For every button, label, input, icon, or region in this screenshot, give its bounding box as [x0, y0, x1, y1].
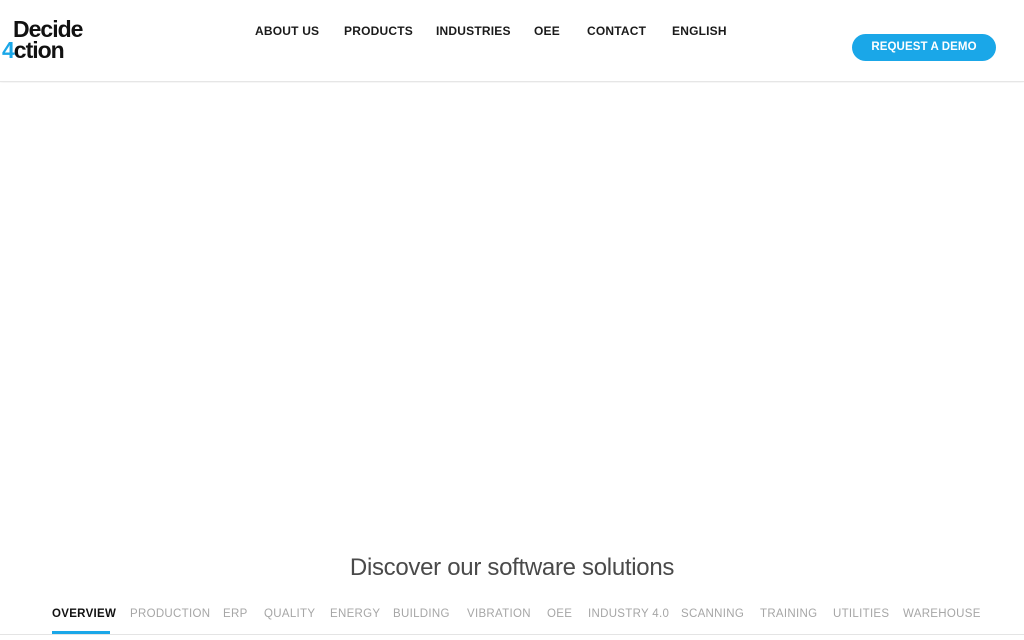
tab-vibration[interactable]: VIBRATION: [467, 606, 531, 622]
nav-item-products[interactable]: PRODUCTS: [344, 23, 413, 39]
tab-building[interactable]: BUILDING: [393, 606, 450, 622]
logo-text-line2: 4ction: [2, 37, 65, 63]
nav-item-language[interactable]: ENGLISH: [672, 23, 727, 39]
section-title: Discover our software solutions: [349, 554, 675, 581]
hero-area: [0, 83, 1024, 543]
nav-item-industries[interactable]: INDUSTRIES: [436, 23, 511, 39]
tab-overview[interactable]: OVERVIEW: [52, 606, 116, 622]
nav-item-contact[interactable]: CONTACT: [587, 23, 646, 39]
tab-industry-4-0[interactable]: INDUSTRY 4.0: [588, 606, 669, 622]
tab-utilities[interactable]: UTILITIES: [833, 606, 889, 622]
nav-item-about-us[interactable]: ABOUT US: [255, 23, 319, 39]
logo-accent-glyph: 4: [2, 37, 15, 63]
nav-item-oee[interactable]: OEE: [534, 23, 560, 39]
site-header: Decide 4ction ABOUT US PRODUCTS INDUSTRI…: [0, 0, 1024, 82]
tab-production[interactable]: PRODUCTION: [130, 606, 210, 622]
solutions-tabs: OVERVIEW PRODUCTION ERP QUALITY ENERGY B…: [0, 606, 1024, 640]
tab-training[interactable]: TRAINING: [760, 606, 817, 622]
tab-oee[interactable]: OEE: [547, 606, 572, 622]
tab-quality[interactable]: QUALITY: [264, 606, 315, 622]
tabs-divider: [0, 634, 1024, 635]
tab-warehouse[interactable]: WAREHOUSE: [903, 606, 981, 622]
tab-energy[interactable]: ENERGY: [330, 606, 380, 622]
tab-scanning[interactable]: SCANNING: [681, 606, 744, 622]
tab-erp[interactable]: ERP: [223, 606, 248, 622]
request-demo-button[interactable]: REQUEST A DEMO: [852, 34, 996, 61]
logo-text-rest: ction: [13, 37, 65, 63]
